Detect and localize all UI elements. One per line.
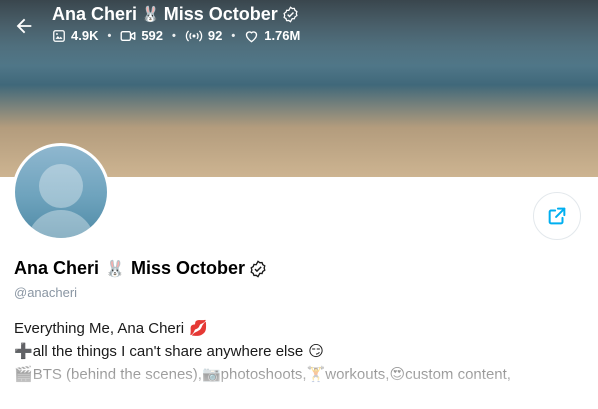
stat-streams-value: 92 [207, 28, 223, 43]
header-name-suffix: Miss October [163, 3, 278, 24]
bio-line-text: Everything Me, Ana Cheri [14, 320, 185, 337]
plus-emoji-icon: ➕ [14, 342, 33, 360]
live-broadcast-icon [185, 29, 203, 42]
bio-line: ➕ all the things I can't share anywhere … [14, 340, 584, 363]
stat-likes-value: 1.76M [264, 28, 301, 43]
image-icon [53, 29, 65, 42]
bio-line: Everything Me, Ana Cheri 💋 [14, 317, 584, 340]
profile-stats: 4.9K • 592 • 92 • 1.76M [52, 28, 300, 43]
stat-photos-value: 4.9K [71, 28, 99, 43]
share-icon [548, 207, 566, 225]
lips-emoji-icon: 💋 [189, 319, 208, 337]
verified-badge-icon [282, 5, 299, 23]
header-name: Ana Cheri [52, 3, 138, 24]
smirk-emoji-icon: 😏 [308, 342, 324, 360]
header-title: Ana Cheri 🐰 Miss October [52, 3, 299, 25]
stat-separator: • [172, 29, 176, 42]
cover-image [0, 0, 598, 177]
heart-icon [246, 30, 258, 42]
arrow-left-icon [16, 18, 32, 34]
profile-name-emoji: 🐰 [105, 259, 125, 278]
avatar-placeholder-head [39, 164, 83, 208]
stat-videos-value: 592 [141, 28, 164, 43]
avatar-placeholder-body [27, 210, 95, 238]
header-name-emoji: 🐰 [141, 5, 160, 23]
profile-name-text: Ana Cheri [14, 258, 100, 278]
stat-separator: • [107, 29, 112, 42]
stat-separator: • [231, 29, 236, 42]
profile-name-suffix: Miss October [130, 258, 245, 278]
bio-truncation-fade [0, 372, 598, 409]
stat-videos[interactable]: 592 [120, 28, 163, 43]
stat-photos[interactable]: 4.9K [52, 28, 98, 43]
bio-line-text: all the things I can't share anywhere el… [32, 343, 304, 360]
video-icon [120, 30, 136, 41]
back-button[interactable] [10, 12, 38, 40]
verified-badge-icon [249, 259, 267, 278]
stat-likes[interactable]: 1.76M [244, 28, 300, 43]
profile-name: Ana Cheri 🐰 Miss October [14, 258, 267, 279]
share-button[interactable] [533, 192, 581, 240]
stat-streams[interactable]: 92 [185, 28, 222, 43]
avatar[interactable] [12, 143, 110, 241]
profile-handle: @anacheri [14, 285, 78, 300]
